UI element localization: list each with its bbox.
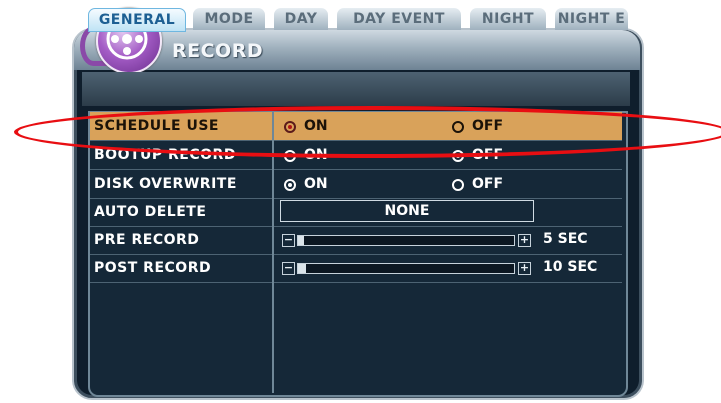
schedule-use-off-option[interactable]: OFF xyxy=(452,112,503,140)
post-record-decrease-button[interactable]: − xyxy=(282,262,295,275)
radio-unselected-icon xyxy=(284,150,296,162)
post-record-slider-fill xyxy=(298,264,306,273)
schedule-use-on-label: ON xyxy=(304,118,328,134)
column-divider xyxy=(272,111,274,393)
auto-delete-select[interactable]: NONE xyxy=(280,200,534,222)
radio-unselected-icon xyxy=(452,121,464,133)
disk-overwrite-off-option[interactable]: OFF xyxy=(452,170,503,198)
disk-overwrite-label: DISK OVERWRITE xyxy=(94,176,237,192)
bootup-record-on-option[interactable]: ON xyxy=(284,141,328,169)
pre-record-decrease-button[interactable]: − xyxy=(282,234,295,247)
post-record-value: 10 SEC xyxy=(543,259,598,275)
tab-bar xyxy=(82,72,630,106)
schedule-use-label: SCHEDULE USE xyxy=(94,118,219,134)
radio-selected-icon xyxy=(452,150,464,162)
bootup-record-off-option[interactable]: OFF xyxy=(452,141,503,169)
auto-delete-label: AUTO DELETE xyxy=(94,204,207,220)
tab-day-event[interactable]: DAY EVENT xyxy=(337,8,461,30)
disk-overwrite-on-label: ON xyxy=(304,176,328,192)
tab-day[interactable]: DAY xyxy=(274,8,328,30)
window-title: RECORD xyxy=(172,40,264,62)
radio-selected-icon xyxy=(284,121,296,133)
disk-overwrite-on-option[interactable]: ON xyxy=(284,170,328,198)
bootup-record-on-label: ON xyxy=(304,147,328,163)
post-record-increase-button[interactable]: + xyxy=(518,262,531,275)
post-record-slider[interactable] xyxy=(297,263,515,274)
tab-night-event[interactable]: NIGHT E xyxy=(555,8,628,30)
schedule-use-on-option[interactable]: ON xyxy=(284,112,328,140)
disk-overwrite-off-label: OFF xyxy=(472,176,504,192)
tab-general[interactable]: GENERAL xyxy=(88,8,186,32)
pre-record-slider[interactable] xyxy=(297,235,515,246)
pre-record-increase-button[interactable]: + xyxy=(518,234,531,247)
post-record-label: POST RECORD xyxy=(94,260,212,276)
pre-record-slider-fill xyxy=(298,236,304,245)
tab-mode[interactable]: MODE xyxy=(193,8,265,30)
tab-night[interactable]: NIGHT xyxy=(470,8,546,30)
radio-unselected-icon xyxy=(452,179,464,191)
bootup-record-off-label: OFF xyxy=(472,147,504,163)
pre-record-value: 5 SEC xyxy=(543,231,588,247)
radio-selected-icon xyxy=(284,179,296,191)
pre-record-label: PRE RECORD xyxy=(94,232,200,248)
schedule-use-off-label: OFF xyxy=(472,118,504,134)
bootup-record-label: BOOTUP RECORD xyxy=(94,147,236,163)
